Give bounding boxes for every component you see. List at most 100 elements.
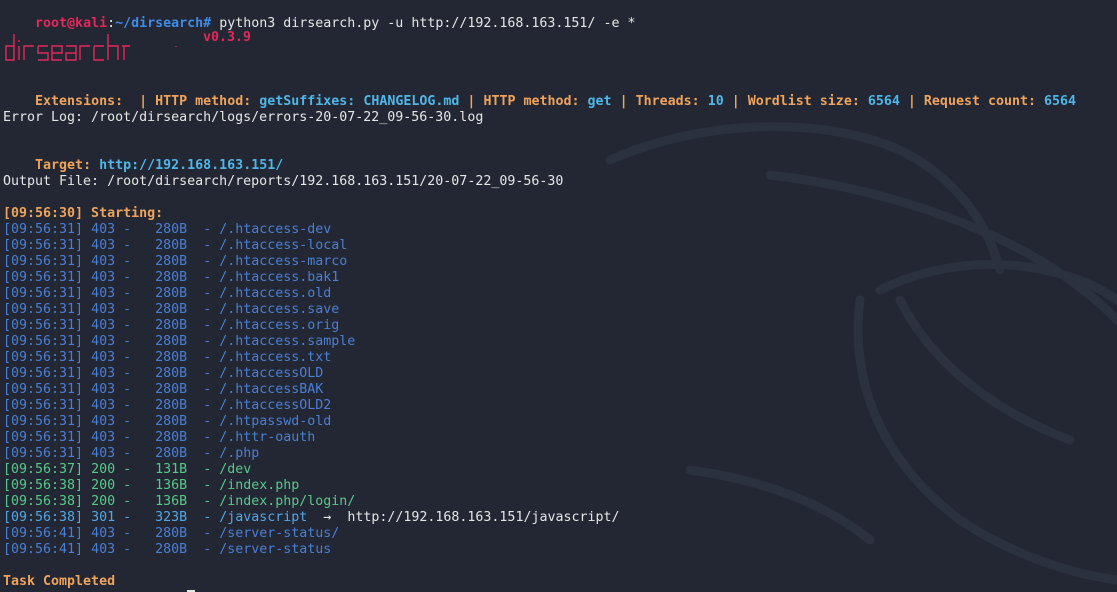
result-path: /.htaccessOLD [219, 366, 324, 381]
separator: | [139, 94, 148, 109]
target-url: http://192.168.163.151/ [99, 158, 284, 173]
result-row: [09:56:31] 403 - 280B - /.htpasswd-old [3, 414, 332, 429]
result-status: 403 [91, 302, 116, 317]
result-time: [09:56:41] [3, 542, 84, 557]
result-row: [09:56:38] 200 - 136B - /index.php [3, 478, 300, 493]
result-time: [09:56:37] [3, 462, 84, 477]
dirsearch-logo [5, 34, 177, 61]
result-time: [09:56:31] [3, 398, 84, 413]
result-time: [09:56:38] [3, 494, 84, 509]
result-row: [09:56:31] 403 - 280B - /.htaccess-marco [3, 254, 348, 269]
prompt-symbol: # [203, 16, 212, 31]
result-status: 403 [91, 398, 116, 413]
result-time: [09:56:41] [3, 526, 84, 541]
wordlist-size-label: Wordlist size: [747, 94, 860, 109]
task-completed-line: Task Completed [3, 574, 116, 589]
result-path: /.htaccess-dev [219, 222, 332, 237]
result-row: [09:56:41] 403 - 280B - /server-status [3, 542, 332, 557]
result-time: [09:56:31] [3, 366, 84, 381]
result-row: [09:56:41] 403 - 280B - /server-status/ [3, 526, 340, 541]
result-row: [09:56:38] 200 - 136B - /index.php/login… [3, 494, 356, 509]
http-method-value: get [587, 94, 612, 109]
result-size: 280B [155, 366, 188, 381]
result-status: 200 [91, 478, 116, 493]
result-status: 301 [91, 510, 116, 525]
result-time: [09:56:31] [3, 318, 84, 333]
result-path: /.htaccess-local [219, 238, 348, 253]
extensions-label: Extensions: [35, 94, 124, 109]
result-status: 403 [91, 430, 116, 445]
result-row: [09:56:31] 403 - 280B - /.htaccessOLD [3, 366, 324, 381]
result-status: 403 [91, 334, 116, 349]
result-row: [09:56:31] 403 - 280B - /.htaccess-dev [3, 222, 332, 237]
result-path: /.htaccess-marco [219, 254, 348, 269]
result-redirect: http://192.168.163.151/javascript/ [347, 510, 620, 525]
result-time: [09:56:31] [3, 302, 84, 317]
result-size: 323B [155, 510, 188, 525]
result-row: [09:56:31] 403 - 280B - /.htaccess.old [3, 286, 332, 301]
result-size: 280B [155, 526, 188, 541]
result-size: 280B [155, 334, 188, 349]
result-time: [09:56:31] [3, 286, 84, 301]
result-time: [09:56:31] [3, 446, 84, 461]
result-size: 280B [155, 318, 188, 333]
result-row: [09:56:38] 301 - 323B - /javascript → ht… [3, 510, 620, 525]
result-path: /server-status/ [219, 526, 340, 541]
result-time: [09:56:31] [3, 334, 84, 349]
changelog-value: CHANGELOG.md [363, 94, 460, 109]
result-status: 403 [91, 382, 116, 397]
request-count-value: 6564 [1044, 94, 1077, 109]
result-path: /dev [219, 462, 252, 477]
result-path: /.htpasswd-old [219, 414, 332, 429]
result-status: 403 [91, 318, 116, 333]
result-size: 280B [155, 542, 188, 557]
scan-info-line: Extensions: | HTTP method: getSuffixes: … [3, 78, 1076, 109]
result-row: [09:56:31] 403 - 280B - /.htaccessOLD2 [3, 398, 332, 413]
result-time: [09:56:31] [3, 350, 84, 365]
result-path: /index.php/login/ [219, 494, 356, 509]
result-row: [09:56:31] 403 - 280B - /.htaccess.orig [3, 318, 340, 333]
result-time: [09:56:31] [3, 222, 84, 237]
result-status: 403 [91, 542, 116, 557]
result-status: 403 [91, 286, 116, 301]
result-status: 200 [91, 462, 116, 477]
result-size: 136B [155, 494, 188, 509]
http-method-label: HTTP method: [155, 94, 252, 109]
result-size: 280B [155, 286, 188, 301]
result-row: [09:56:31] 403 - 280B - /.htaccess.txt [3, 350, 332, 365]
result-path: /.httr-oauth [219, 430, 316, 445]
threads-value: 10 [707, 94, 724, 109]
result-time: [09:56:31] [3, 238, 84, 253]
terminal-window[interactable]: root@kali:~/dirsearch# python3 dirsearch… [0, 0, 1117, 592]
result-row: [09:56:31] 403 - 280B - /.php [3, 446, 260, 461]
starting-line: [09:56:30] Starting: [3, 206, 164, 221]
result-status: 200 [91, 494, 116, 509]
result-path: /.htaccess.old [219, 286, 332, 301]
result-row: [09:56:31] 403 - 280B - /.httr-oauth [3, 430, 316, 445]
threads-label: Threads: [635, 94, 700, 109]
result-status: 403 [91, 270, 116, 285]
result-time: [09:56:31] [3, 414, 84, 429]
result-status: 403 [91, 526, 116, 541]
result-status: 403 [91, 222, 116, 237]
result-status: 403 [91, 254, 116, 269]
result-size: 280B [155, 382, 188, 397]
result-path: /server-status [219, 542, 332, 557]
output-file-line: Output File: /root/dirsearch/reports/192… [3, 174, 564, 189]
result-status: 403 [91, 414, 116, 429]
result-size: 280B [155, 270, 188, 285]
result-row: [09:56:31] 403 - 280B - /.htaccessBAK [3, 382, 324, 397]
result-time: [09:56:31] [3, 254, 84, 269]
result-size: 280B [155, 222, 188, 237]
result-time: [09:56:31] [3, 382, 84, 397]
result-size: 131B [155, 462, 188, 477]
result-path: /.htaccess.save [219, 302, 340, 317]
result-size: 280B [155, 446, 188, 461]
separator: | [619, 94, 628, 109]
result-path: /.htaccess.sample [219, 334, 356, 349]
result-path: /.htaccess.txt [219, 350, 332, 365]
prompt-colon: : [107, 16, 116, 31]
result-row: [09:56:31] 403 - 280B - /.htaccess.sampl… [3, 334, 356, 349]
result-size: 280B [155, 238, 188, 253]
result-row: [09:56:31] 403 - 280B - /.htaccess-local [3, 238, 348, 253]
